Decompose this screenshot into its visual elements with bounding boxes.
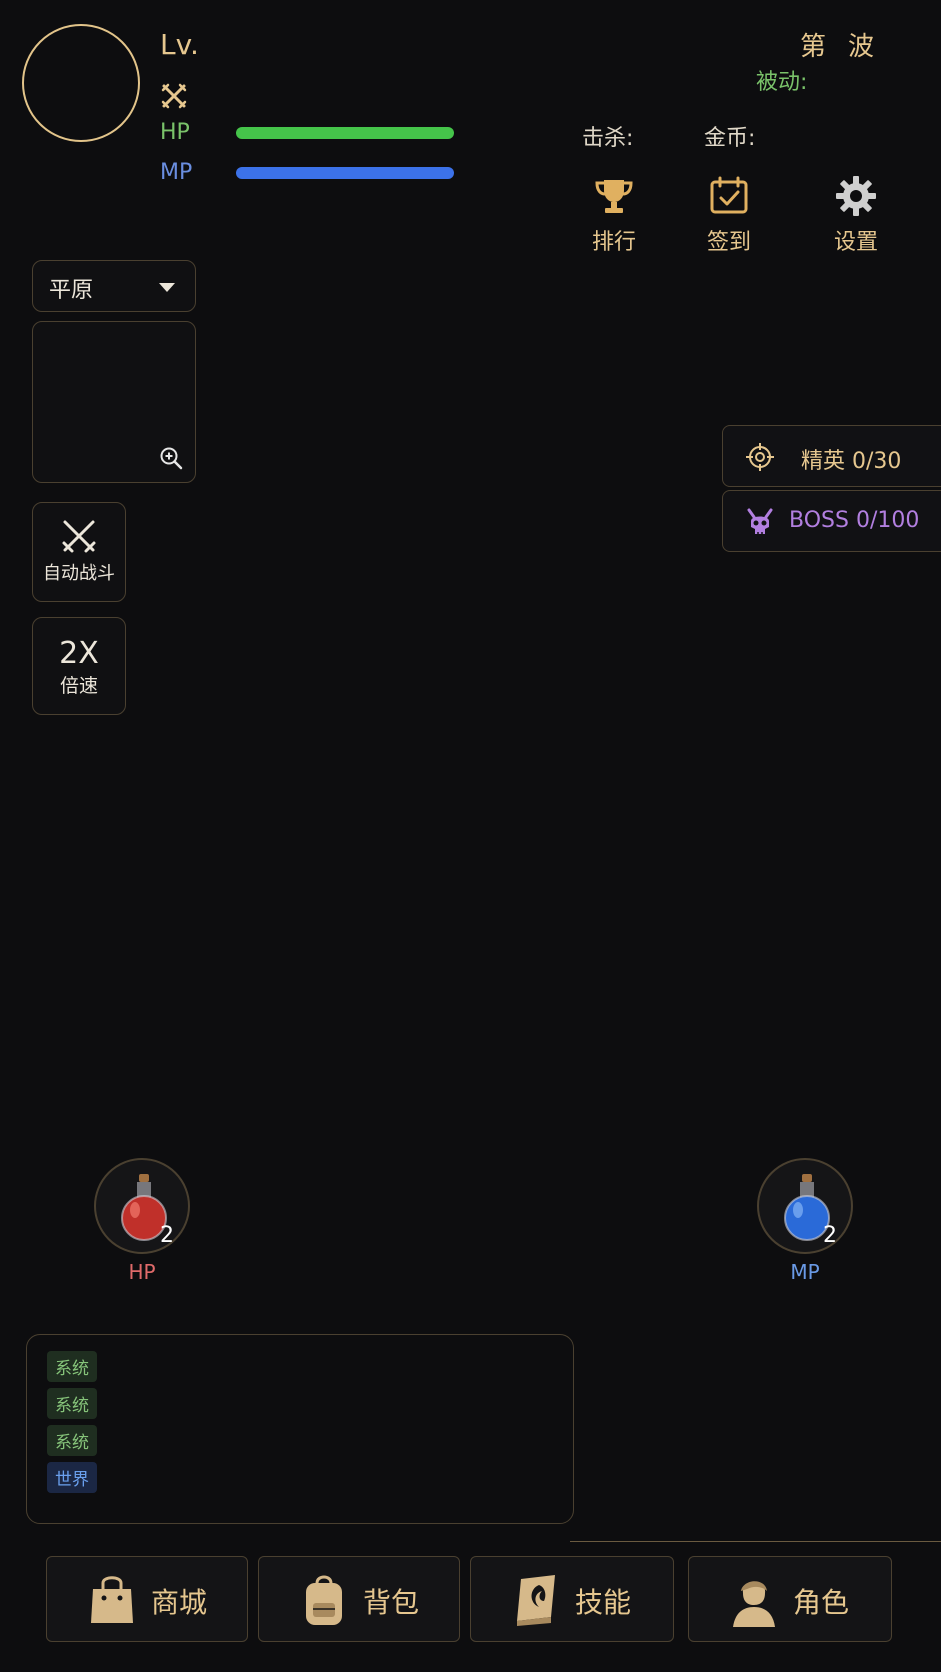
channel-tag-system: 系统	[47, 1388, 97, 1419]
crossed-swords-icon	[161, 83, 187, 109]
auto-battle-label: 自动战斗	[43, 563, 115, 584]
caret-down-icon	[159, 283, 175, 292]
mp-bar	[236, 167, 454, 179]
speed-button[interactable]: 2X 倍速	[32, 617, 126, 715]
boss-counter[interactable]: BOSS 0/100	[722, 490, 941, 552]
auto-battle-button[interactable]: 自动战斗	[32, 502, 126, 602]
level-label: Lv.	[160, 28, 199, 61]
minimap[interactable]	[32, 321, 196, 483]
demon-skull-icon	[747, 508, 773, 534]
nav-shop-label: 商城	[151, 1586, 208, 1619]
spellbook-icon	[517, 1575, 555, 1626]
hp-potion-button[interactable]: 2	[94, 1158, 190, 1254]
gold-label: 金币:	[704, 126, 756, 151]
trophy-icon	[595, 180, 633, 213]
nav-character-button[interactable]: 角色	[688, 1556, 892, 1642]
checkin-button[interactable]: 签到	[689, 174, 769, 256]
zoom-in-icon[interactable]	[159, 446, 183, 470]
mp-potion-label: MP	[790, 1260, 820, 1284]
map-select[interactable]: 平原	[32, 260, 196, 312]
rank-button[interactable]: 排行	[574, 174, 654, 256]
mp-potion-button[interactable]: 2	[757, 1158, 853, 1254]
hp-bar	[236, 127, 454, 139]
channel-tag-system: 系统	[47, 1425, 97, 1456]
channel-tag-system: 系统	[47, 1351, 97, 1382]
hp-potion-label: HP	[128, 1260, 156, 1284]
character-portrait-icon	[733, 1581, 775, 1627]
speed-value: 2X	[59, 636, 99, 671]
divider	[570, 1541, 941, 1542]
wave-label: 第波	[800, 32, 897, 62]
crossed-swords-icon	[62, 520, 96, 553]
nav-bag-label: 背包	[363, 1586, 420, 1619]
nav-skills-label: 技能	[575, 1586, 632, 1619]
map-select-value: 平原	[49, 278, 94, 303]
settings-button[interactable]: 设置	[816, 174, 896, 256]
elite-count: 精英 0/30	[801, 449, 902, 474]
elite-counter[interactable]: 精英 0/30	[722, 425, 941, 487]
checkin-label: 签到	[706, 230, 751, 255]
channel-tag-world: 世界	[47, 1462, 97, 1493]
hp-label: HP	[160, 120, 190, 145]
gear-icon	[836, 176, 876, 216]
nav-shop-button[interactable]: 商城	[46, 1556, 248, 1642]
mp-potion-count: 2	[823, 1223, 837, 1248]
passive-label: 被动:	[756, 70, 808, 95]
chat-log[interactable]: 系统 系统 系统 世界	[26, 1334, 574, 1524]
hp-potion-count: 2	[160, 1223, 174, 1248]
boss-count: BOSS 0/100	[789, 508, 920, 533]
kills-label: 击杀:	[582, 126, 634, 151]
shopping-bag-icon	[91, 1576, 133, 1623]
nav-bag-button[interactable]: 背包	[258, 1556, 460, 1642]
calendar-check-icon	[710, 176, 748, 214]
backpack-icon	[306, 1575, 342, 1625]
rank-label: 排行	[591, 230, 636, 255]
mp-label: MP	[160, 160, 193, 185]
player-avatar[interactable]	[22, 24, 140, 142]
target-icon	[746, 443, 774, 471]
nav-character-label: 角色	[793, 1586, 850, 1619]
nav-skills-button[interactable]: 技能	[470, 1556, 674, 1642]
speed-label: 倍速	[59, 675, 98, 697]
settings-label: 设置	[833, 230, 878, 255]
